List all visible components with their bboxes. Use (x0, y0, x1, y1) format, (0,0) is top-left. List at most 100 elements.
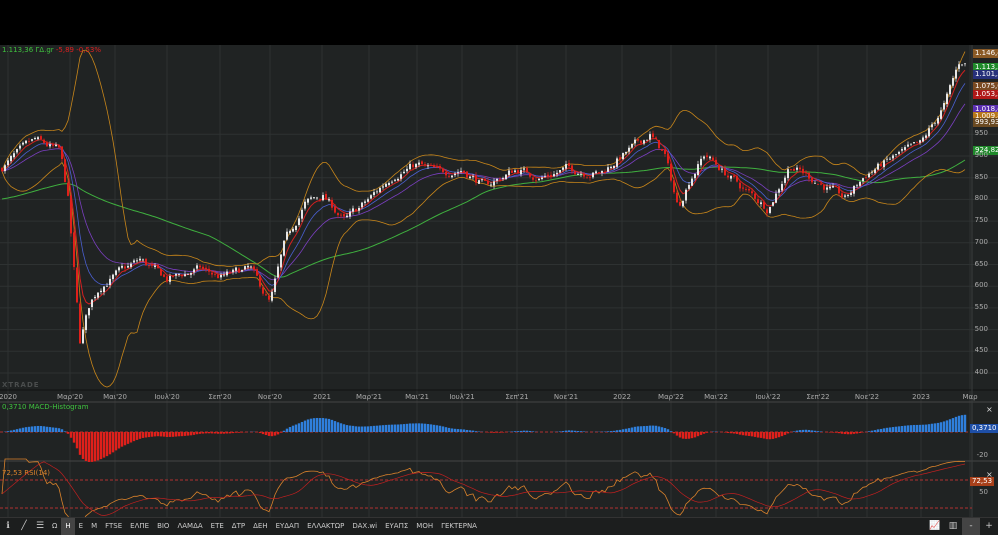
macd-bar (412, 423, 414, 432)
chart-type-icon[interactable]: 📈 (926, 518, 944, 535)
macd-bar (436, 425, 438, 432)
macd-bar (232, 432, 234, 433)
candle (67, 181, 69, 197)
macd-bar (814, 431, 816, 432)
macd-bar (349, 426, 351, 432)
candle (145, 258, 147, 266)
macd-bar (7, 431, 9, 432)
macd-bar (514, 431, 516, 432)
macd-bar (94, 432, 96, 461)
toolbar-item[interactable]: Ω (48, 518, 61, 535)
candle (73, 229, 75, 270)
macd-bar (748, 432, 750, 436)
toolbar-item[interactable]: ΕΥΑΠΣ (381, 518, 412, 535)
toolbar-item[interactable]: DAX.wi (348, 518, 381, 535)
macd-bar (652, 426, 654, 432)
macd-bar (520, 431, 522, 432)
y-axis-tick: 500 (975, 325, 988, 333)
macd-bar (874, 430, 876, 432)
macd-bar (496, 432, 498, 433)
macd-bar (619, 430, 621, 432)
zoom-out-button[interactable]: - (962, 518, 980, 535)
macd-bar (361, 427, 363, 432)
toolbar-item[interactable]: ΕΥΔΑΠ (272, 518, 304, 535)
price-level-label: 1.101,30 (973, 70, 998, 79)
macd-bar (958, 416, 960, 432)
macd-bar (919, 425, 921, 432)
macd-bar (73, 432, 75, 443)
y-axis-tick: 850 (975, 173, 988, 181)
macd-bar (853, 432, 855, 434)
toolbar-item[interactable]: ΕΤΕ (207, 518, 228, 535)
toolbar-item[interactable]: ΜΟΗ (412, 518, 437, 535)
macd-bar (298, 423, 300, 432)
macd-bar (34, 426, 36, 432)
macd-bar (85, 432, 87, 461)
macd-bar (202, 432, 204, 434)
macd-bar (955, 417, 957, 432)
toolbar-item[interactable]: ΓΕΚΤΕΡΝΑ (437, 518, 481, 535)
macd-bar (451, 428, 453, 432)
price-chart[interactable] (0, 0, 998, 517)
rsi-label: 72,53 RSI(14) (2, 469, 50, 477)
macd-bar (211, 432, 213, 433)
macd-bar (895, 427, 897, 432)
grid-icon[interactable]: ☰ (32, 518, 48, 535)
macd-bar (415, 423, 417, 432)
x-axis-label: Μαρ'22 (658, 393, 684, 401)
x-axis-label: 2022 (613, 393, 631, 401)
macd-bar (301, 422, 303, 432)
draw-line-icon[interactable]: ╱ (16, 518, 32, 535)
candle (673, 178, 675, 194)
macd-bar (214, 432, 216, 433)
macd-bar (742, 432, 744, 435)
macd-bar (493, 432, 495, 433)
macd-bar (385, 425, 387, 432)
toolbar-item[interactable]: ΔΤΡ (228, 518, 249, 535)
macd-bar (124, 432, 126, 445)
toolbar-item[interactable]: Ε (75, 518, 87, 535)
toolbar-item[interactable]: ΔΕΗ (249, 518, 271, 535)
macd-bar (46, 427, 48, 432)
macd-bar (310, 419, 312, 432)
close-macd-icon[interactable]: × (986, 405, 993, 414)
toolbar-item[interactable]: ΛΑΜΔΑ (173, 518, 206, 535)
macd-bar (889, 427, 891, 432)
macd-bar (757, 432, 759, 438)
bar-chart-icon[interactable]: ▥ (944, 518, 962, 535)
macd-bar (622, 429, 624, 432)
macd-bar (226, 432, 228, 433)
toolbar-item[interactable]: FTSE (101, 518, 126, 535)
info-icon[interactable]: ℹ (0, 518, 16, 535)
macd-bar (334, 421, 336, 432)
y-axis-tick: 700 (975, 238, 988, 246)
macd-bar (418, 423, 420, 432)
toolbar-item[interactable]: ΕΛΠΕ (126, 518, 153, 535)
toolbar-item[interactable]: Η (61, 518, 74, 535)
close-rsi-icon[interactable]: × (986, 470, 993, 479)
price-legend: 1.113,36 ΓΔ.gr -5,89 -0,53% (2, 46, 101, 54)
macd-bar (178, 432, 180, 436)
toolbar-item[interactable]: ΕΛΛΑΚΤΩΡ (303, 518, 348, 535)
candle (64, 159, 66, 183)
macd-bar (835, 432, 837, 433)
x-axis-label: Μαι'20 (103, 393, 127, 401)
macd-bar (829, 432, 831, 433)
macd-bar (658, 426, 660, 432)
x-axis-label: Νοε'21 (554, 393, 578, 401)
y-axis-tick: 550 (975, 303, 988, 311)
macd-bar (928, 424, 930, 432)
toolbar-item[interactable]: Μ (87, 518, 101, 535)
candle (187, 274, 189, 275)
macd-bar (727, 432, 729, 433)
macd-bar (145, 432, 147, 437)
macd-bar (82, 432, 84, 459)
macd-bar (499, 432, 501, 433)
macd-bar (40, 426, 42, 432)
macd-bar (559, 431, 561, 432)
macd-bar (463, 429, 465, 432)
macd-bar (100, 432, 102, 459)
zoom-in-button[interactable]: + (980, 518, 998, 535)
toolbar-item[interactable]: ΒΙΟ (153, 518, 173, 535)
macd-bar (259, 432, 261, 433)
